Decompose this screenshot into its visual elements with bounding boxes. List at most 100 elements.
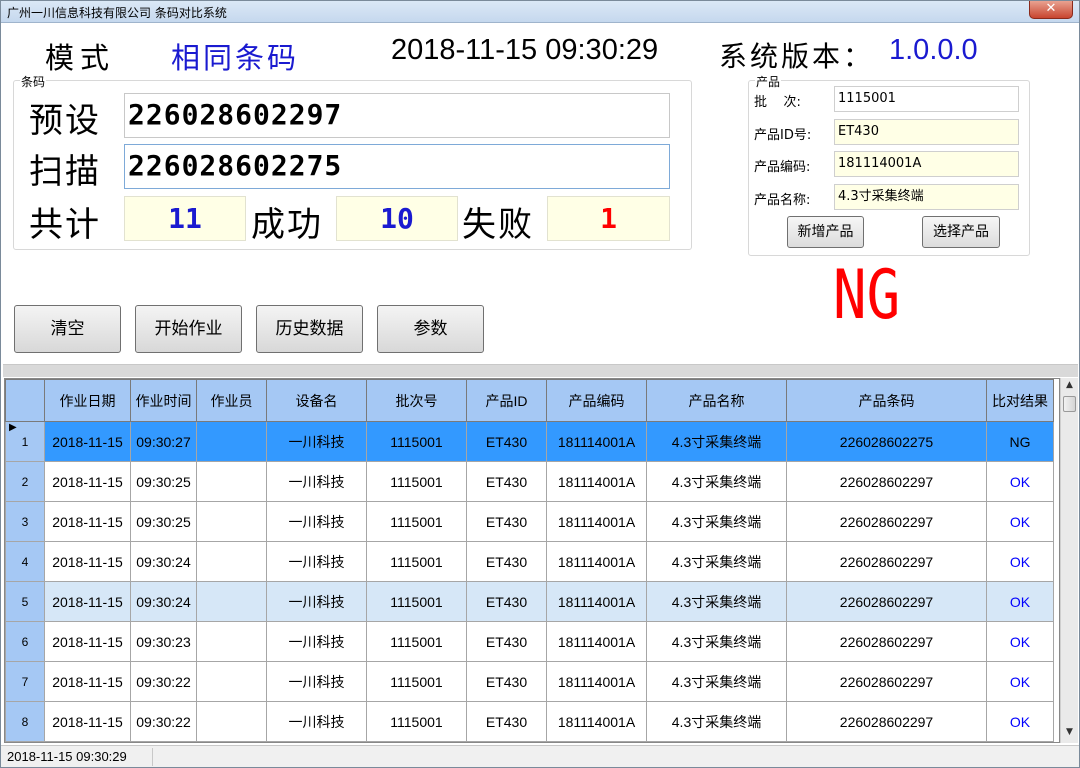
column-header[interactable]: 产品名称	[646, 379, 787, 422]
column-header[interactable]: 设备名	[266, 379, 367, 422]
cell-result[interactable]: OK	[986, 661, 1054, 702]
cell-product-code[interactable]: 181114001A	[546, 461, 647, 502]
cell-date[interactable]: 2018-11-15	[44, 421, 131, 462]
cell-product-name[interactable]: 4.3寸采集终端	[646, 541, 787, 582]
cell-product-name[interactable]: 4.3寸采集终端	[646, 661, 787, 702]
cell-date[interactable]: 2018-11-15	[44, 661, 131, 702]
row-header[interactable]: ▶ 1	[5, 421, 45, 462]
cell-product-id[interactable]: ET430	[466, 661, 547, 702]
cell-device[interactable]: 一川科技	[266, 581, 367, 622]
product-id-field[interactable]: ET430	[834, 119, 1019, 145]
row-header[interactable]: 7	[5, 661, 45, 702]
vertical-scrollbar[interactable]: ▲ ▼	[1060, 378, 1078, 743]
batch-field[interactable]: 1115001	[834, 86, 1019, 112]
cell-operator[interactable]	[196, 701, 267, 742]
cell-device[interactable]: 一川科技	[266, 461, 367, 502]
cell-batch[interactable]: 1115001	[366, 701, 467, 742]
column-header[interactable]: 作业日期	[44, 379, 131, 422]
cell-product-code[interactable]: 181114001A	[546, 701, 647, 742]
cell-product-name[interactable]: 4.3寸采集终端	[646, 421, 787, 462]
table-row[interactable]: 4 2018-11-15 09:30:24 一川科技 1115001 ET430…	[5, 541, 1054, 582]
column-header[interactable]: 作业员	[196, 379, 267, 422]
start-job-button[interactable]: 开始作业	[135, 305, 242, 353]
row-header[interactable]: 2	[5, 461, 45, 502]
cell-device[interactable]: 一川科技	[266, 541, 367, 582]
table-row[interactable]: 8 2018-11-15 09:30:22 一川科技 1115001 ET430…	[5, 701, 1054, 742]
row-header[interactable]: 5	[5, 581, 45, 622]
cell-product-code[interactable]: 181114001A	[546, 421, 647, 462]
cell-date[interactable]: 2018-11-15	[44, 461, 131, 502]
cell-date[interactable]: 2018-11-15	[44, 581, 131, 622]
cell-result[interactable]: OK	[986, 581, 1054, 622]
cell-product-code[interactable]: 181114001A	[546, 661, 647, 702]
cell-barcode[interactable]: 226028602275	[786, 421, 987, 462]
cell-batch[interactable]: 1115001	[366, 661, 467, 702]
column-header[interactable]: 产品编码	[546, 379, 647, 422]
scroll-down-icon[interactable]: ▼	[1061, 727, 1078, 741]
column-header[interactable]: 比对结果	[986, 379, 1054, 422]
cell-product-code[interactable]: 181114001A	[546, 541, 647, 582]
column-header[interactable]: 产品条码	[786, 379, 987, 422]
product-name-field[interactable]: 4.3寸采集终端	[834, 184, 1019, 210]
cell-product-name[interactable]: 4.3寸采集终端	[646, 501, 787, 542]
row-header[interactable]: 8	[5, 701, 45, 742]
column-header[interactable]: 批次号	[366, 379, 467, 422]
cell-result[interactable]: OK	[986, 461, 1054, 502]
params-button[interactable]: 参数	[377, 305, 484, 353]
cell-time[interactable]: 09:30:22	[130, 661, 197, 702]
product-code-field[interactable]: 181114001A	[834, 151, 1019, 177]
cell-barcode[interactable]: 226028602297	[786, 541, 987, 582]
cell-time[interactable]: 09:30:24	[130, 541, 197, 582]
cell-result[interactable]: OK	[986, 541, 1054, 582]
row-header[interactable]: 3	[5, 501, 45, 542]
cell-time[interactable]: 09:30:23	[130, 621, 197, 662]
history-button[interactable]: 历史数据	[256, 305, 363, 353]
cell-product-name[interactable]: 4.3寸采集终端	[646, 581, 787, 622]
cell-device[interactable]: 一川科技	[266, 421, 367, 462]
cell-product-id[interactable]: ET430	[466, 581, 547, 622]
cell-product-id[interactable]: ET430	[466, 501, 547, 542]
cell-date[interactable]: 2018-11-15	[44, 701, 131, 742]
cell-product-code[interactable]: 181114001A	[546, 501, 647, 542]
cell-device[interactable]: 一川科技	[266, 701, 367, 742]
scan-barcode-field[interactable]: 226028602275	[124, 144, 670, 189]
cell-batch[interactable]: 1115001	[366, 541, 467, 582]
cell-result[interactable]: OK	[986, 621, 1054, 662]
scroll-thumb[interactable]	[1063, 396, 1076, 412]
cell-operator[interactable]	[196, 421, 267, 462]
cell-time[interactable]: 09:30:24	[130, 581, 197, 622]
add-product-button[interactable]: 新增产品	[787, 216, 864, 248]
column-header[interactable]: 产品ID	[466, 379, 547, 422]
cell-product-id[interactable]: ET430	[466, 701, 547, 742]
cell-operator[interactable]	[196, 541, 267, 582]
cell-product-name[interactable]: 4.3寸采集终端	[646, 461, 787, 502]
table-row[interactable]: ▶ 1 2018-11-15 09:30:27 一川科技 1115001 ET43…	[5, 421, 1054, 462]
cell-result[interactable]: OK	[986, 501, 1054, 542]
cell-device[interactable]: 一川科技	[266, 661, 367, 702]
cell-product-name[interactable]: 4.3寸采集终端	[646, 701, 787, 742]
cell-date[interactable]: 2018-11-15	[44, 541, 131, 582]
cell-operator[interactable]	[196, 621, 267, 662]
cell-result[interactable]: OK	[986, 701, 1054, 742]
cell-product-name[interactable]: 4.3寸采集终端	[646, 621, 787, 662]
cell-barcode[interactable]: 226028602297	[786, 461, 987, 502]
table-row[interactable]: 6 2018-11-15 09:30:23 一川科技 1115001 ET430…	[5, 621, 1054, 662]
cell-batch[interactable]: 1115001	[366, 421, 467, 462]
cell-barcode[interactable]: 226028602297	[786, 581, 987, 622]
scroll-up-icon[interactable]: ▲	[1061, 380, 1078, 394]
cell-product-id[interactable]: ET430	[466, 461, 547, 502]
cell-batch[interactable]: 1115001	[366, 621, 467, 662]
cell-time[interactable]: 09:30:25	[130, 461, 197, 502]
row-header[interactable]: 4	[5, 541, 45, 582]
cell-batch[interactable]: 1115001	[366, 581, 467, 622]
cell-operator[interactable]	[196, 661, 267, 702]
column-header[interactable]: 作业时间	[130, 379, 197, 422]
close-button[interactable]: ✕	[1029, 1, 1073, 19]
cell-device[interactable]: 一川科技	[266, 501, 367, 542]
cell-time[interactable]: 09:30:22	[130, 701, 197, 742]
cell-product-id[interactable]: ET430	[466, 421, 547, 462]
records-grid[interactable]: 作业日期 作业时间 作业员 设备名 批次号 产品ID 产品编码 产品名称 产品条…	[4, 378, 1060, 743]
select-product-button[interactable]: 选择产品	[922, 216, 1000, 248]
cell-barcode[interactable]: 226028602297	[786, 661, 987, 702]
cell-date[interactable]: 2018-11-15	[44, 501, 131, 542]
